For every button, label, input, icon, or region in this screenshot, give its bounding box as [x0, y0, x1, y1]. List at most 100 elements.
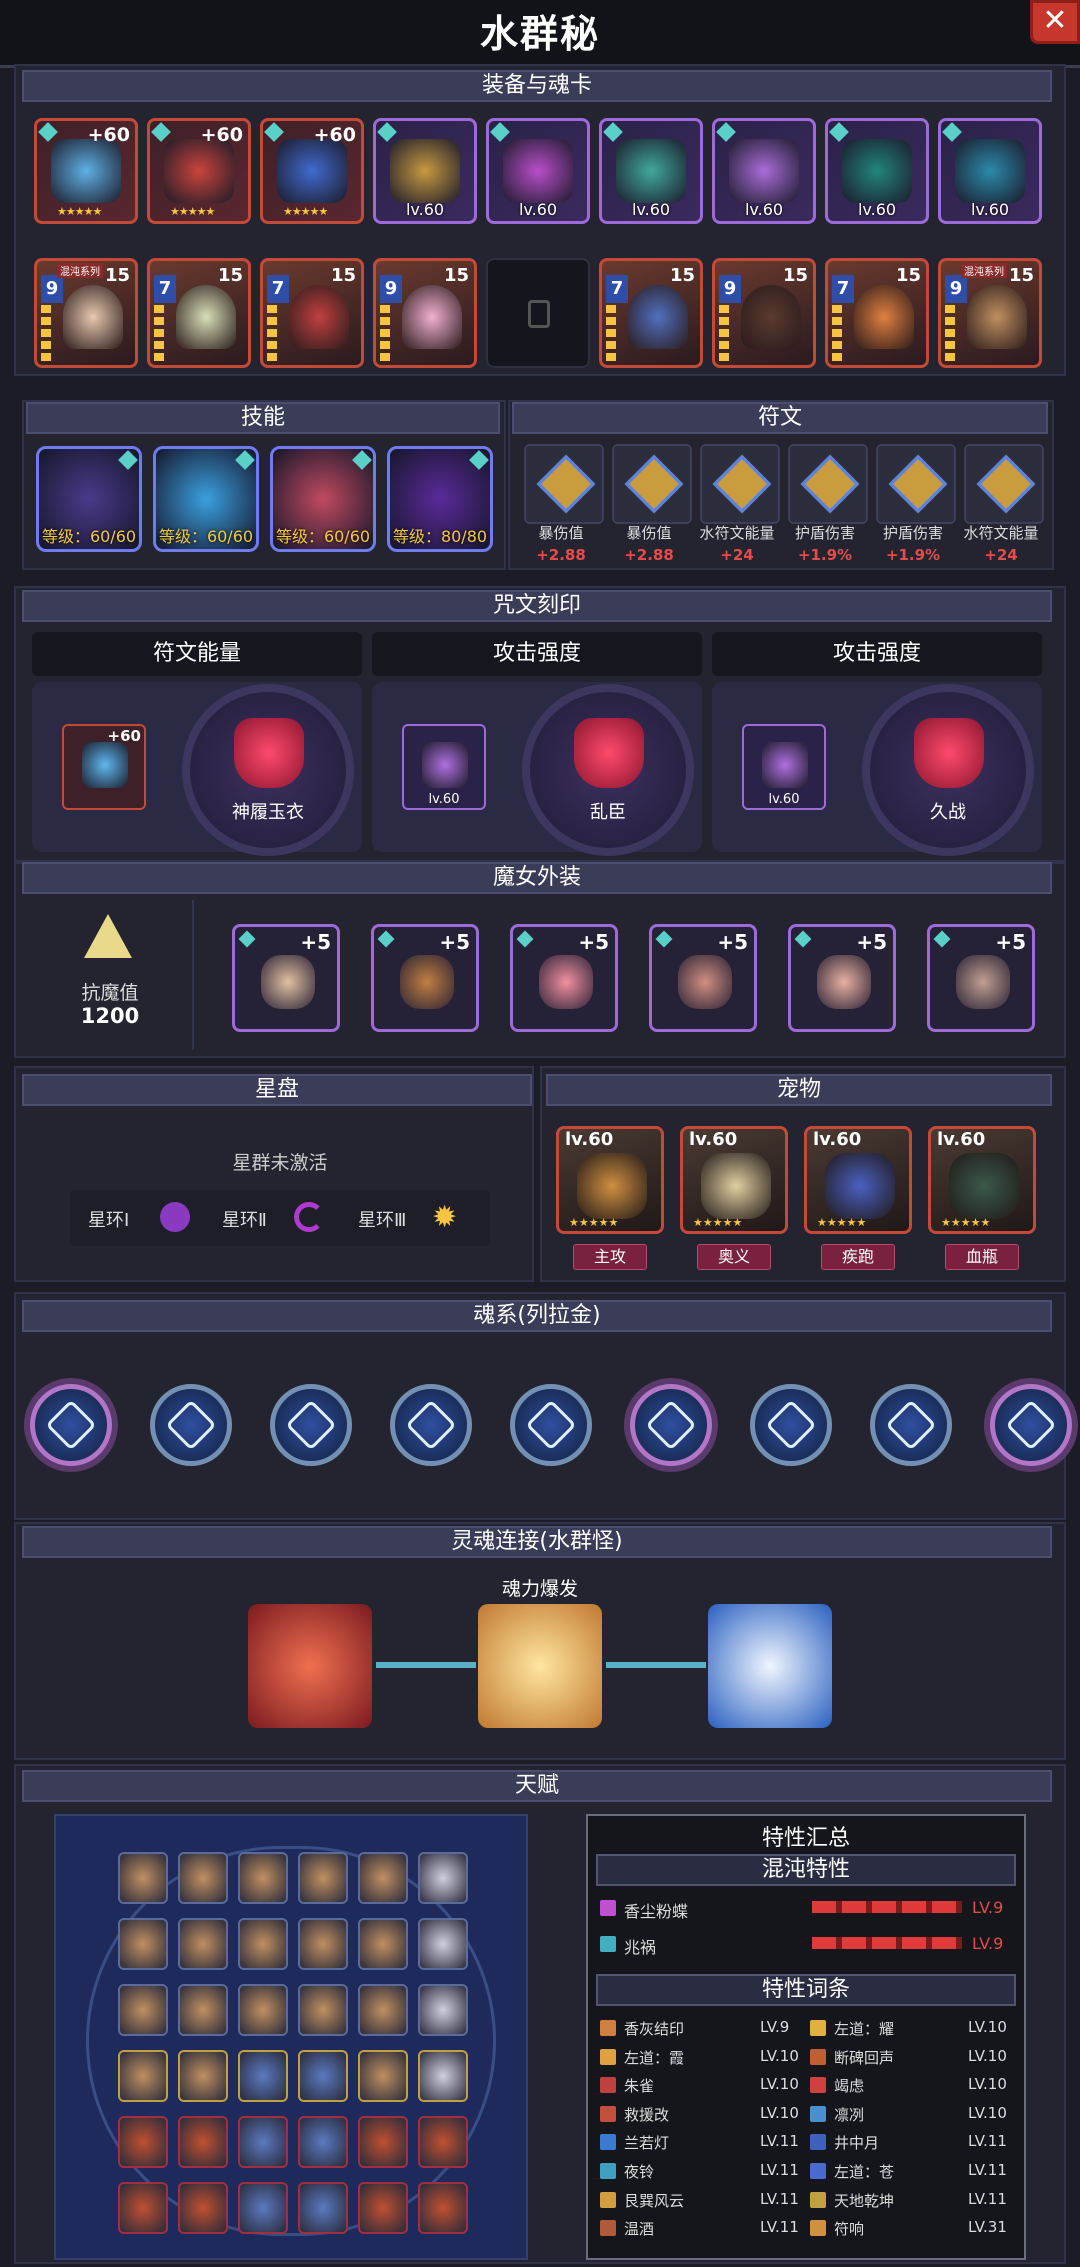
talent-node[interactable] — [238, 1852, 288, 1904]
outfit-slot[interactable]: +5 — [232, 924, 340, 1032]
talent-node[interactable] — [178, 2182, 228, 2234]
rune-slot[interactable] — [612, 444, 692, 524]
talent-node[interactable] — [418, 1918, 468, 1970]
talent-node[interactable] — [358, 2050, 408, 2102]
talent-node[interactable] — [298, 2182, 348, 2234]
empty-card-slot[interactable] — [486, 258, 590, 368]
inscription-item[interactable]: +60 — [62, 724, 146, 810]
inscription-item[interactable]: lv.60 — [742, 724, 826, 810]
soul-node[interactable] — [510, 1384, 592, 1466]
soul-node[interactable] — [30, 1384, 112, 1466]
talent-node[interactable] — [418, 2050, 468, 2102]
soul-node[interactable] — [390, 1384, 472, 1466]
equipment-slot[interactable]: lv.60 — [938, 118, 1042, 224]
talent-node[interactable] — [238, 2050, 288, 2102]
talent-node[interactable] — [298, 2116, 348, 2168]
soul-card[interactable]: 9 15 — [373, 258, 477, 368]
talent-node[interactable] — [178, 2050, 228, 2102]
soul-card[interactable]: 7 15 — [599, 258, 703, 368]
pet-slot[interactable]: lv.60 ★★★★★ — [804, 1126, 912, 1234]
inscription-gem-orb[interactable]: 久战 — [862, 684, 1034, 856]
talent-node[interactable] — [298, 1984, 348, 2036]
pet-slot[interactable]: lv.60 ★★★★★ — [680, 1126, 788, 1234]
talent-node[interactable] — [178, 1852, 228, 1904]
talent-node[interactable] — [178, 1918, 228, 1970]
talent-node[interactable] — [238, 2116, 288, 2168]
talent-node[interactable] — [178, 2116, 228, 2168]
equipment-slot[interactable]: lv.60 — [712, 118, 816, 224]
talent-node[interactable] — [418, 1852, 468, 1904]
talent-node[interactable] — [298, 2050, 348, 2102]
rune-slot[interactable] — [524, 444, 604, 524]
skill-slot[interactable]: 等级：60/60 — [270, 446, 376, 552]
equipment-slot[interactable]: +60 ★★★★★ — [34, 118, 138, 224]
outfit-slot[interactable]: +5 — [510, 924, 618, 1032]
soul-card[interactable]: 7 15 — [825, 258, 929, 368]
pet-portrait — [701, 1153, 771, 1219]
soul-node[interactable] — [270, 1384, 352, 1466]
rune-value: +1.9% — [885, 546, 941, 564]
talent-node[interactable] — [118, 2182, 168, 2234]
link-node-right[interactable] — [708, 1604, 832, 1728]
talent-node[interactable] — [238, 1984, 288, 2036]
soul-card[interactable]: 9 15 混沌系列 — [34, 258, 138, 368]
equipment-slot[interactable]: lv.60 — [373, 118, 477, 224]
soul-card[interactable]: 9 15 — [712, 258, 816, 368]
soul-node[interactable] — [990, 1384, 1072, 1466]
soul-node[interactable] — [870, 1384, 952, 1466]
skill-slot[interactable]: 等级：80/80 — [387, 446, 493, 552]
talent-node[interactable] — [358, 1918, 408, 1970]
outfit-slot[interactable]: +5 — [649, 924, 757, 1032]
link-node-left[interactable] — [248, 1604, 372, 1728]
outfit-slot[interactable]: +5 — [371, 924, 479, 1032]
inscription-gem-orb[interactable]: 神履玉衣 — [182, 684, 354, 856]
skill-slot[interactable]: 等级：60/60 — [153, 446, 259, 552]
card-rank: 9 — [719, 275, 741, 303]
soul-node[interactable] — [630, 1384, 712, 1466]
equipment-slot[interactable]: lv.60 — [825, 118, 929, 224]
talent-node[interactable] — [298, 1852, 348, 1904]
talent-node[interactable] — [418, 1984, 468, 2036]
outfit-slot[interactable]: +5 — [788, 924, 896, 1032]
pet-slot[interactable]: lv.60 ★★★★★ — [928, 1126, 1036, 1234]
talent-node[interactable] — [358, 1984, 408, 2036]
close-icon[interactable]: ✕ — [1030, 0, 1080, 44]
outfit-slot[interactable]: +5 — [927, 924, 1035, 1032]
trait-icon — [810, 2020, 826, 2036]
talent-node[interactable] — [118, 1852, 168, 1904]
soul-node[interactable] — [150, 1384, 232, 1466]
rune-slot[interactable] — [876, 444, 956, 524]
inscription-gem-orb[interactable]: 乱臣 — [522, 684, 694, 856]
soul-card[interactable]: 7 15 — [147, 258, 251, 368]
inscription-item[interactable]: lv.60 — [402, 724, 486, 810]
equipment-slot[interactable]: lv.60 — [599, 118, 703, 224]
skill-slot[interactable]: 等级：60/60 — [36, 446, 142, 552]
talent-node[interactable] — [118, 2050, 168, 2102]
talent-node[interactable] — [118, 1918, 168, 1970]
equipment-slot[interactable]: lv.60 — [486, 118, 590, 224]
equipment-slot[interactable]: +60 ★★★★★ — [260, 118, 364, 224]
talent-node[interactable] — [418, 2182, 468, 2234]
star-rating: ★★★★★ — [817, 1216, 867, 1229]
trait-icon — [600, 1936, 616, 1952]
rune-slot[interactable] — [964, 444, 1044, 524]
soul-node[interactable] — [750, 1384, 832, 1466]
talent-node[interactable] — [178, 1984, 228, 2036]
soul-card[interactable]: 7 15 — [260, 258, 364, 368]
item-level: lv.60 — [970, 200, 1010, 219]
link-node-center[interactable] — [478, 1604, 602, 1728]
equipment-slot[interactable]: +60 ★★★★★ — [147, 118, 251, 224]
talent-node[interactable] — [358, 2182, 408, 2234]
talent-node[interactable] — [238, 2182, 288, 2234]
talent-node[interactable] — [418, 2116, 468, 2168]
soul-card[interactable]: 9 15 混沌系列 — [938, 258, 1042, 368]
talent-node[interactable] — [298, 1918, 348, 1970]
talent-node[interactable] — [358, 2116, 408, 2168]
talent-node[interactable] — [238, 1918, 288, 1970]
talent-node[interactable] — [118, 2116, 168, 2168]
pet-slot[interactable]: lv.60 ★★★★★ — [556, 1126, 664, 1234]
talent-node[interactable] — [358, 1852, 408, 1904]
rune-slot[interactable] — [700, 444, 780, 524]
talent-node[interactable] — [118, 1984, 168, 2036]
rune-slot[interactable] — [788, 444, 868, 524]
